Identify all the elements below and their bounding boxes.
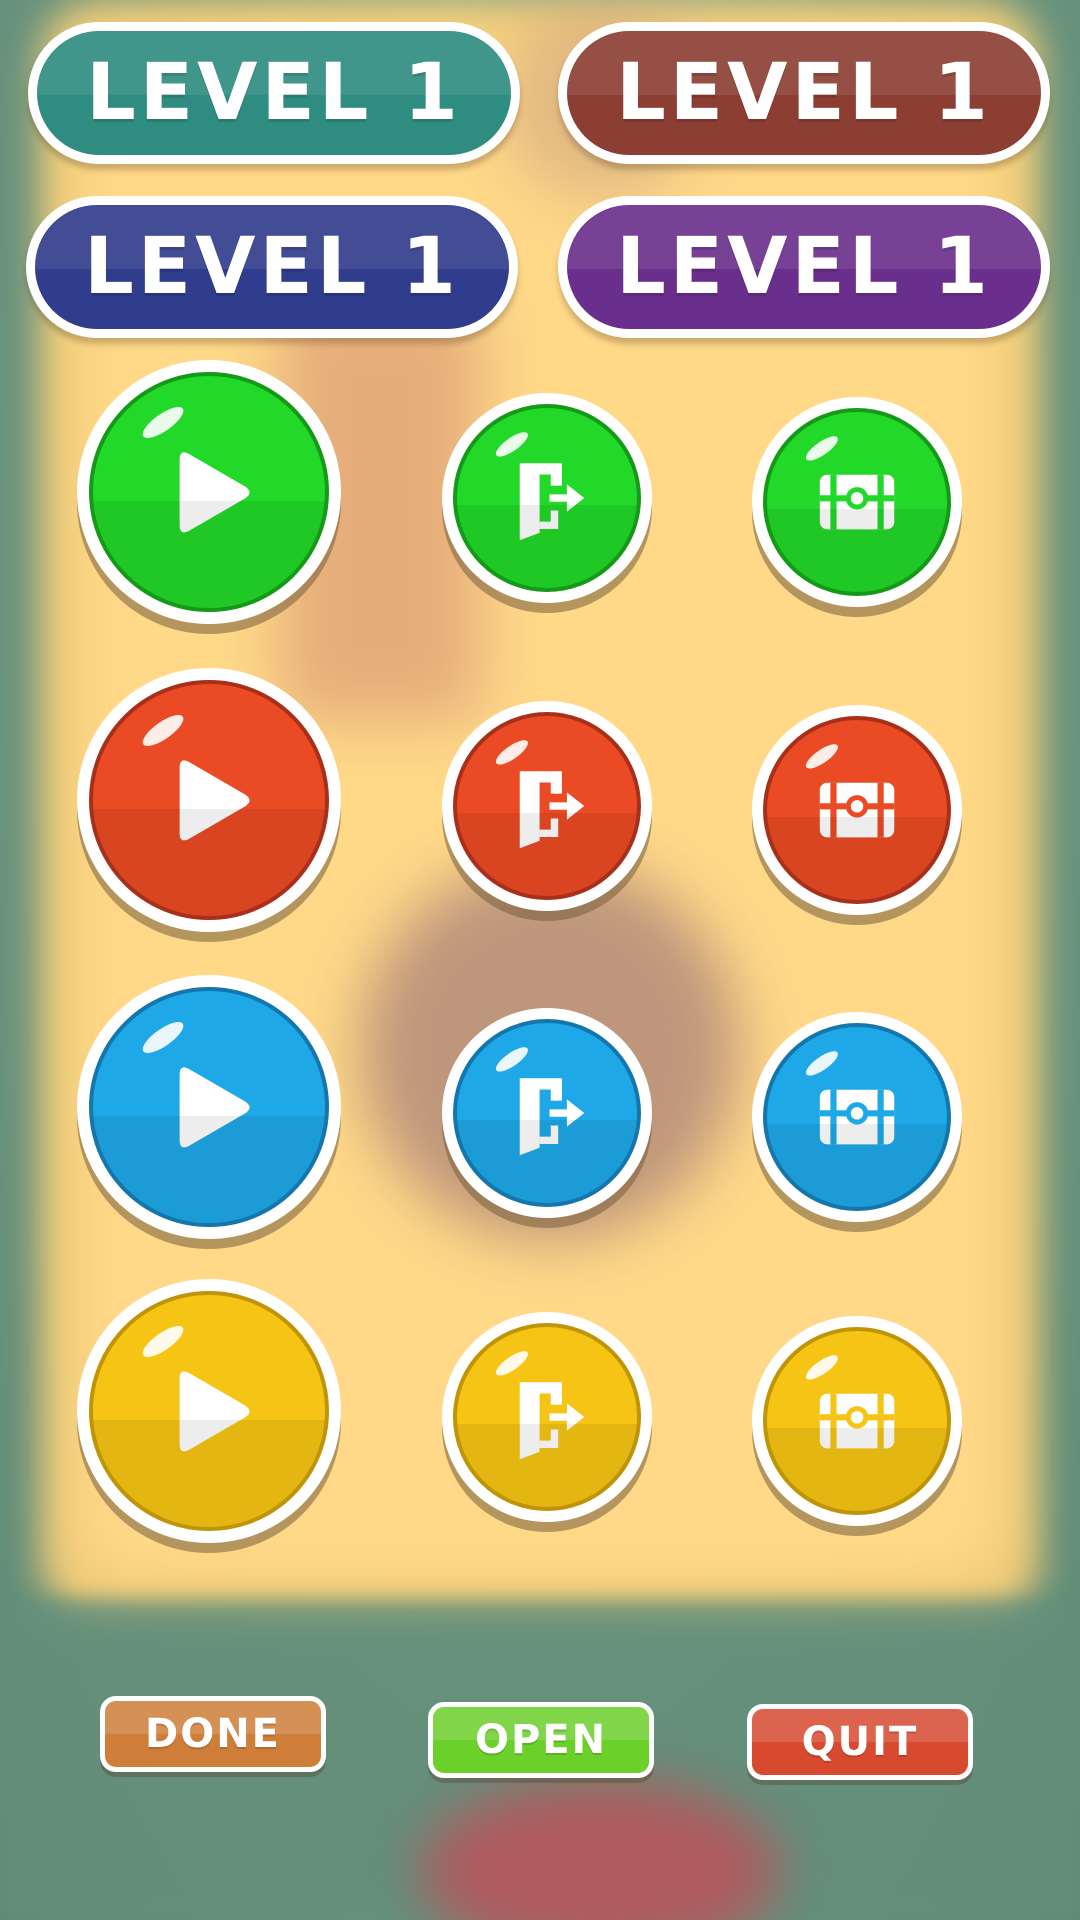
chest-icon <box>795 440 919 564</box>
red-exit-button[interactable] <box>442 701 652 911</box>
red-play-button[interactable] <box>77 668 341 932</box>
play-icon <box>135 1033 284 1182</box>
level-button-purple[interactable]: LEVEL 1 <box>558 196 1050 338</box>
open-button[interactable]: OPEN <box>428 1702 654 1778</box>
button-face <box>763 716 951 904</box>
quit-button-label: QUIT <box>801 1719 919 1765</box>
blue-exit-button[interactable] <box>442 1008 652 1218</box>
exit-door-icon <box>485 436 609 560</box>
chest-icon <box>795 1359 919 1483</box>
green-chest-button[interactable] <box>752 397 962 607</box>
button-face <box>453 712 641 900</box>
level-button-teal[interactable]: LEVEL 1 <box>28 22 520 164</box>
button-face <box>89 987 329 1227</box>
button-face <box>89 1291 329 1531</box>
level-button-navy[interactable]: LEVEL 1 <box>26 196 518 338</box>
yellow-play-button[interactable] <box>77 1279 341 1543</box>
chest-icon <box>795 748 919 872</box>
button-face <box>89 372 329 612</box>
exit-door-icon <box>485 1355 609 1479</box>
green-play-button[interactable] <box>77 360 341 624</box>
play-icon <box>135 1337 284 1486</box>
button-face <box>453 404 641 592</box>
open-button-label: OPEN <box>474 1717 608 1763</box>
play-icon <box>135 418 284 567</box>
done-button-label: DONE <box>144 1711 281 1757</box>
chest-icon <box>795 1055 919 1179</box>
exit-door-icon <box>485 744 609 868</box>
yellow-exit-button[interactable] <box>442 1312 652 1522</box>
blue-chest-button[interactable] <box>752 1012 962 1222</box>
level-button-label: LEVEL 1 <box>616 222 992 312</box>
button-face <box>453 1323 641 1511</box>
button-face <box>763 1023 951 1211</box>
yellow-chest-button[interactable] <box>752 1316 962 1526</box>
exit-door-icon <box>485 1051 609 1175</box>
play-icon <box>135 726 284 875</box>
level-button-brown[interactable]: LEVEL 1 <box>558 22 1050 164</box>
level-button-label: LEVEL 1 <box>86 48 462 138</box>
button-face <box>763 1327 951 1515</box>
button-face <box>89 680 329 920</box>
blue-play-button[interactable] <box>77 975 341 1239</box>
level-button-label: LEVEL 1 <box>616 48 992 138</box>
button-face <box>453 1019 641 1207</box>
red-chest-button[interactable] <box>752 705 962 915</box>
quit-button[interactable]: QUIT <box>747 1704 973 1780</box>
green-exit-button[interactable] <box>442 393 652 603</box>
done-button[interactable]: DONE <box>100 1696 326 1772</box>
button-face <box>763 408 951 596</box>
level-button-label: LEVEL 1 <box>84 222 460 312</box>
